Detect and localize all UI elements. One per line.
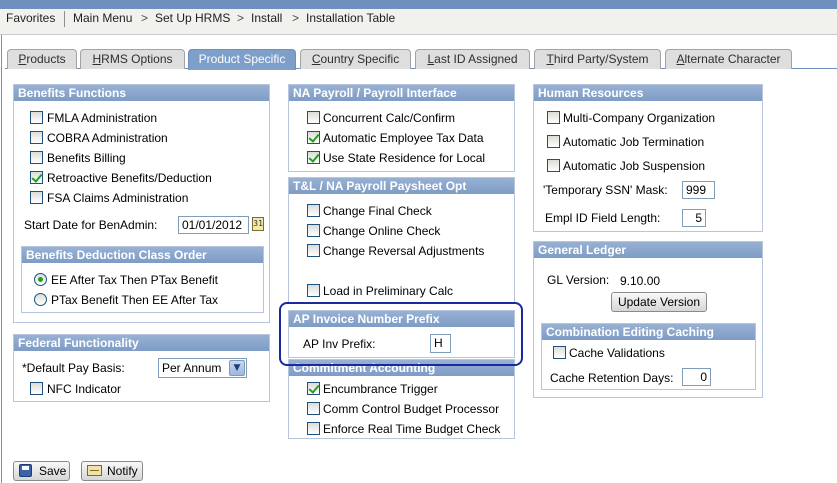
state-residence-label: Use State Residence for Local: [323, 151, 486, 165]
change-reversal-label: Change Reversal Adjustments: [323, 244, 485, 258]
breadcrumb-arrow: >: [141, 11, 149, 25]
ssn-mask-field[interactable]: 999: [682, 181, 715, 199]
human-resources-title: Human Resources: [534, 85, 762, 101]
na-payroll-title: NA Payroll / Payroll Interface: [289, 85, 514, 101]
tab-alternate-character[interactable]: Alternate Character: [665, 49, 792, 69]
auto-job-suspension-checkbox[interactable]: [547, 159, 560, 172]
fmla-checkbox[interactable]: [30, 111, 43, 124]
change-reversal-checkbox[interactable]: [307, 244, 320, 257]
save-label: Save: [39, 464, 67, 478]
fmla-label: FMLA Administration: [47, 111, 158, 125]
left-border: [1, 0, 2, 483]
fsa-claims-checkbox[interactable]: [30, 191, 43, 204]
calendar-icon[interactable]: 31: [252, 217, 264, 231]
nav-separator: [64, 11, 65, 27]
ee-after-tax-label: EE After Tax Then PTax Benefit: [51, 273, 218, 287]
auto-job-termination-label: Automatic Job Termination: [563, 135, 705, 149]
ptax-benefit-label: PTax Benefit Then EE After Tax: [51, 293, 218, 307]
encumbrance-trigger-checkbox[interactable]: [307, 382, 320, 395]
breadcrumb-arrow: >: [292, 11, 300, 25]
benefits-billing-label: Benefits Billing: [47, 151, 126, 165]
empl-id-length-label: Empl ID Field Length:: [545, 211, 661, 225]
main-menu[interactable]: Main Menu: [73, 9, 132, 27]
auto-job-suspension-label: Automatic Job Suspension: [563, 159, 706, 173]
fsa-claims-label: FSA Claims Administration: [47, 191, 189, 205]
concurrent-calc-checkbox[interactable]: [307, 111, 320, 124]
enforce-budget-check-label: Enforce Real Time Budget Check: [323, 422, 501, 436]
encumbrance-trigger-label: Encumbrance Trigger: [323, 382, 438, 396]
comm-control-budget-label: Comm Control Budget Processor: [323, 402, 500, 416]
combination-caching-title: Combination Editing Caching: [542, 324, 755, 340]
start-date-field[interactable]: 01/01/2012: [178, 216, 249, 234]
cache-retention-field[interactable]: 0: [682, 368, 711, 386]
load-preliminary-calc-checkbox[interactable]: [307, 284, 320, 297]
tab-country-specific[interactable]: Country Specific: [300, 49, 411, 69]
envelope-icon: [87, 465, 102, 476]
ssn-mask-label: 'Temporary SSN' Mask:: [543, 183, 668, 197]
breadcrumb-arrow: >: [237, 11, 245, 25]
auto-employee-tax-label: Automatic Employee Tax Data: [323, 131, 484, 145]
ptax-benefit-radio[interactable]: [34, 293, 47, 306]
ee-after-tax-radio[interactable]: [34, 273, 47, 286]
notify-label: Notify: [107, 464, 138, 478]
nfc-indicator-checkbox[interactable]: [30, 382, 43, 395]
save-button[interactable]: Save: [13, 461, 70, 481]
save-disk-icon: [19, 464, 32, 477]
tab-hrms-options[interactable]: HRMS Options: [80, 49, 185, 69]
tab-products[interactable]: Products: [7, 49, 77, 69]
nfc-indicator-label: NFC Indicator: [47, 382, 122, 396]
state-residence-checkbox[interactable]: [307, 151, 320, 164]
benefits-billing-checkbox[interactable]: [30, 151, 43, 164]
gl-version-value: 9.10.00: [620, 274, 661, 288]
comm-control-budget-checkbox[interactable]: [307, 402, 320, 415]
tab-product-specific[interactable]: Product Specific: [188, 49, 296, 70]
notify-button[interactable]: Notify: [81, 461, 143, 481]
tab-third-party-system[interactable]: Third Party/System: [534, 49, 661, 69]
breadcrumb-setup-hrms[interactable]: Set Up HRMS: [155, 9, 230, 27]
cache-validations-label: Cache Validations: [569, 346, 665, 360]
multi-company-checkbox[interactable]: [547, 111, 560, 124]
federal-functionality-title: Federal Functionality: [14, 335, 269, 351]
concurrent-calc-label: Concurrent Calc/Confirm: [323, 111, 456, 125]
tl-paysheet-title: T&L / NA Payroll Paysheet Opt: [289, 178, 514, 194]
cobra-checkbox[interactable]: [30, 131, 43, 144]
retroactive-benefits-checkbox[interactable]: [30, 171, 43, 184]
multi-company-label: Multi-Company Organization: [563, 111, 716, 125]
gl-version-label: GL Version:: [547, 273, 610, 287]
deduction-class-order-title: Benefits Deduction Class Order: [22, 247, 263, 263]
pay-basis-value: Per Annum: [162, 361, 222, 375]
pay-basis-select[interactable]: Per Annum ▼: [158, 358, 247, 378]
default-pay-basis-label: *Default Pay Basis:: [22, 361, 125, 375]
load-preliminary-calc-label: Load in Preliminary Calc: [323, 284, 454, 298]
human-resources-panel: Human Resources: [533, 84, 763, 232]
highlight-outline: [279, 302, 523, 366]
auto-job-termination-checkbox[interactable]: [547, 135, 560, 148]
retroactive-benefits-label: Retroactive Benefits/Deduction: [47, 171, 212, 185]
breadcrumb-install[interactable]: Install: [251, 9, 282, 27]
update-version-button[interactable]: Update Version: [611, 292, 707, 312]
tab-last-id-assigned[interactable]: Last ID Assigned: [415, 49, 530, 69]
enforce-budget-check-checkbox[interactable]: [307, 422, 320, 435]
change-final-check-checkbox[interactable]: [307, 204, 320, 217]
change-final-check-label: Change Final Check: [323, 204, 432, 218]
change-online-check-checkbox[interactable]: [307, 224, 320, 237]
cobra-label: COBRA Administration: [47, 131, 168, 145]
top-color-bar: [0, 0, 837, 9]
cache-validations-checkbox[interactable]: [553, 346, 566, 359]
general-ledger-title: General Ledger: [534, 242, 762, 258]
chevron-down-icon[interactable]: ▼: [229, 360, 245, 376]
breadcrumb-installation-table: Installation Table: [306, 11, 396, 25]
favorites-menu[interactable]: Favorites: [6, 9, 55, 27]
benefits-functions-title: Benefits Functions: [14, 85, 269, 101]
cache-retention-label: Cache Retention Days:: [550, 371, 674, 385]
empl-id-length-field[interactable]: 5: [682, 209, 706, 227]
auto-employee-tax-checkbox[interactable]: [307, 131, 320, 144]
change-online-check-label: Change Online Check: [323, 224, 441, 238]
breadcrumb: Favorites Main Menu > Set Up HRMS > Inst…: [0, 9, 837, 35]
start-date-label: Start Date for BenAdmin:: [24, 218, 158, 232]
